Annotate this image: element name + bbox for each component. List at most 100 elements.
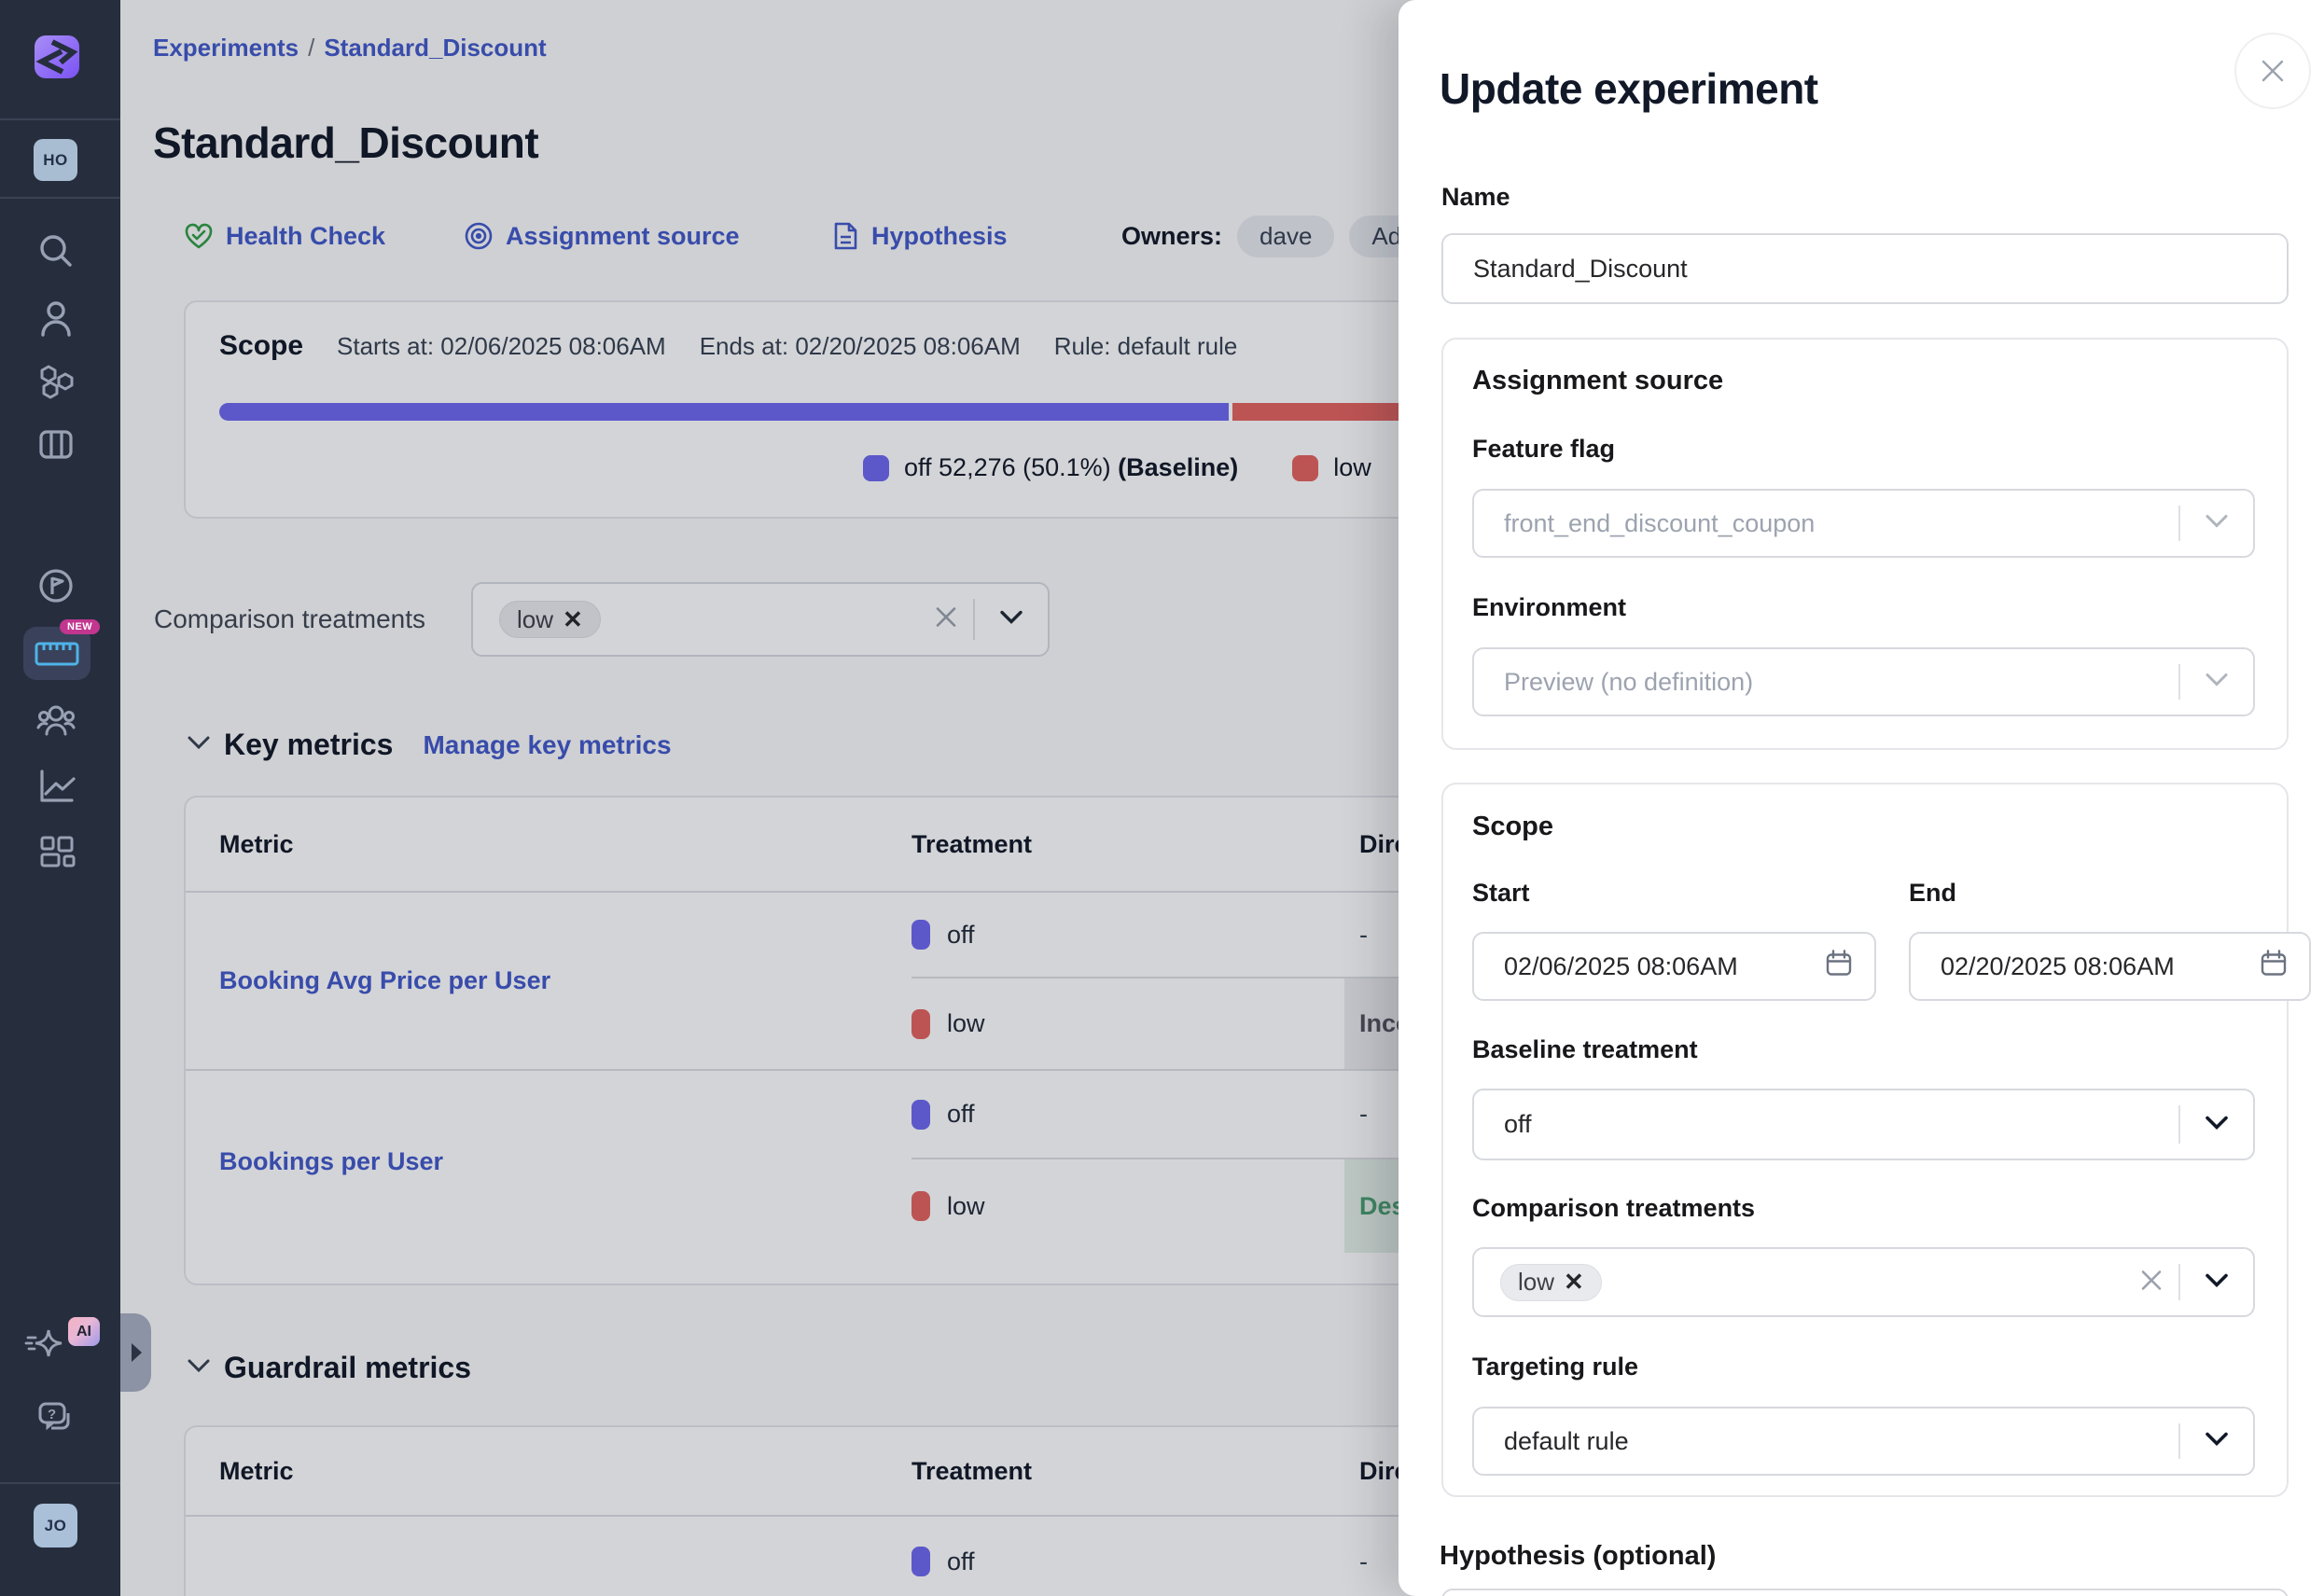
select-divider — [2178, 1105, 2180, 1144]
treatment-cell: low — [912, 977, 1344, 1069]
legend-low-swatch — [1292, 455, 1318, 481]
feature-flag-label: Feature flag — [1472, 435, 1615, 464]
close-icon[interactable] — [2234, 33, 2311, 109]
search-icon[interactable] — [36, 231, 76, 271]
statsig-logo-icon[interactable] — [35, 35, 79, 78]
comparison-treatments-label: Comparison treatments — [1472, 1194, 1755, 1223]
comparison-treatments-row: Comparison treatments low✕ — [154, 582, 1050, 657]
dashboard-grid-icon[interactable] — [36, 833, 76, 872]
new-badge: NEW — [60, 619, 100, 634]
scope-heading: Scope — [1472, 812, 1553, 842]
page-title: Standard_Discount — [153, 118, 538, 168]
chip-remove-icon[interactable]: ✕ — [563, 605, 583, 634]
split-bar-off-segment — [219, 403, 1229, 421]
svg-text:?: ? — [48, 1407, 56, 1423]
sidebar-item-experiments-active[interactable] — [23, 627, 90, 680]
treatment-dot-low — [912, 1191, 930, 1221]
comparison-treatments-select[interactable]: low✕ — [471, 582, 1050, 657]
treatment-cell: low — [912, 1158, 1344, 1253]
columns-icon[interactable] — [36, 424, 76, 464]
calendar-icon[interactable] — [2259, 949, 2289, 985]
chevron-down-icon[interactable] — [2205, 1115, 2229, 1134]
scope-starts-at: Starts at: 02/06/2025 08:06AM — [337, 332, 666, 361]
metric-link[interactable]: Average Downloads Duration Net — [186, 1517, 912, 1596]
select-divider — [2178, 664, 2180, 700]
drawer-title: Update experiment — [1440, 63, 1818, 114]
manage-key-metrics-link[interactable]: Manage key metrics — [423, 730, 671, 760]
baseline-treatment-label: Baseline treatment — [1472, 1035, 1698, 1064]
breadcrumb-experiments-link[interactable]: Experiments — [153, 34, 299, 62]
treatment-chip-low[interactable]: low✕ — [499, 601, 601, 638]
legend-off-label: off 52,276 (50.1%) (Baseline) — [904, 453, 1238, 482]
metric-link[interactable]: Bookings per User — [186, 1071, 912, 1253]
treatment-cell: off — [912, 893, 1344, 977]
key-metrics-title: Key metrics — [224, 728, 393, 762]
col-header-metric: Metric — [186, 830, 912, 859]
ai-sparkle-icon[interactable] — [24, 1323, 63, 1362]
sidebar-divider — [0, 118, 120, 120]
user-avatar[interactable]: JO — [34, 1504, 77, 1547]
guardrail-metrics-title: Guardrail metrics — [224, 1351, 471, 1385]
feature-flag-icon[interactable] — [36, 566, 76, 605]
scope-rule: Rule: default rule — [1054, 332, 1238, 361]
document-icon — [831, 221, 859, 251]
legend-low-label: low — [1333, 453, 1371, 482]
treatment-dot-off — [912, 920, 930, 950]
chevron-down-icon — [2205, 514, 2229, 534]
start-date-input[interactable]: 02/06/2025 08:06AM — [1472, 932, 1876, 1001]
key-metrics-header: Key metrics Manage key metrics — [187, 728, 672, 762]
col-header-metric: Metric — [186, 1457, 912, 1486]
chevron-down-icon[interactable] — [2205, 1432, 2229, 1451]
audiences-people-icon[interactable] — [36, 700, 76, 739]
health-check-link[interactable]: Health Check — [184, 215, 385, 257]
hypothesis-input[interactable] — [1441, 1589, 2289, 1596]
clear-selection-icon[interactable] — [2139, 1268, 2164, 1297]
baseline-treatment-select[interactable]: off — [1472, 1089, 2255, 1160]
bullseye-icon — [464, 221, 494, 251]
chevron-down-icon[interactable] — [2205, 1272, 2229, 1292]
treatment-chip-low[interactable]: low✕ — [1500, 1264, 1602, 1301]
feature-flag-select[interactable]: front_end_discount_coupon — [1472, 489, 2255, 558]
assignment-source-heading: Assignment source — [1472, 366, 1723, 396]
treatment-dot-low — [912, 1009, 930, 1039]
name-label: Name — [1441, 183, 1510, 212]
end-date-input[interactable]: 02/20/2025 08:06AM — [1909, 932, 2311, 1001]
assignment-source-link[interactable]: Assignment source — [464, 215, 740, 257]
treatment-cell: off — [912, 1517, 1344, 1596]
chevron-down-icon[interactable] — [999, 610, 1023, 630]
environment-label: Environment — [1472, 593, 1626, 622]
metrics-chart-icon[interactable] — [36, 765, 76, 804]
select-divider — [973, 599, 975, 640]
collapse-chevron-icon[interactable] — [187, 1358, 211, 1378]
col-header-treatment: Treatment — [912, 1457, 1344, 1486]
clear-selection-icon[interactable] — [934, 605, 958, 634]
hypothesis-label: Hypothesis — [871, 222, 1008, 251]
metric-link[interactable]: Booking Avg Price per User — [186, 893, 912, 1069]
sidebar-divider — [0, 1482, 120, 1484]
environment-select[interactable]: Preview (no definition) — [1472, 647, 2255, 716]
name-input[interactable]: Standard_Discount — [1441, 233, 2289, 304]
segments-hexagons-icon[interactable] — [36, 362, 76, 401]
split-bar-legend: off 52,276 (50.1%) (Baseline) low — [863, 453, 1371, 482]
collapse-chevron-icon[interactable] — [187, 735, 211, 755]
comparison-treatments-select[interactable]: low✕ — [1472, 1247, 2255, 1317]
legend-off-swatch — [863, 455, 889, 481]
scope-ends-at: Ends at: 02/20/2025 08:06AM — [700, 332, 1021, 361]
chip-remove-icon[interactable]: ✕ — [1564, 1268, 1584, 1297]
workspace-avatar[interactable]: HO — [34, 139, 77, 181]
select-divider — [2178, 506, 2180, 541]
hypothesis-link[interactable]: Hypothesis — [831, 215, 1008, 257]
select-divider — [2178, 1264, 2180, 1300]
targeting-rule-select[interactable]: default rule — [1472, 1407, 2255, 1476]
end-label: End — [1909, 879, 1956, 908]
expand-panel-handle[interactable] — [120, 1313, 151, 1392]
breadcrumb-current-link[interactable]: Standard_Discount — [324, 34, 546, 62]
owners-label: Owners: — [1121, 222, 1222, 251]
calendar-icon[interactable] — [1824, 949, 1854, 985]
chevron-down-icon — [2205, 673, 2229, 692]
sidebar-divider — [0, 197, 120, 199]
owner-pill-dave[interactable]: dave — [1237, 215, 1334, 257]
user-icon[interactable] — [36, 298, 76, 338]
help-chat-icon[interactable]: ? — [36, 1399, 76, 1438]
col-header-treatment: Treatment — [912, 830, 1344, 859]
